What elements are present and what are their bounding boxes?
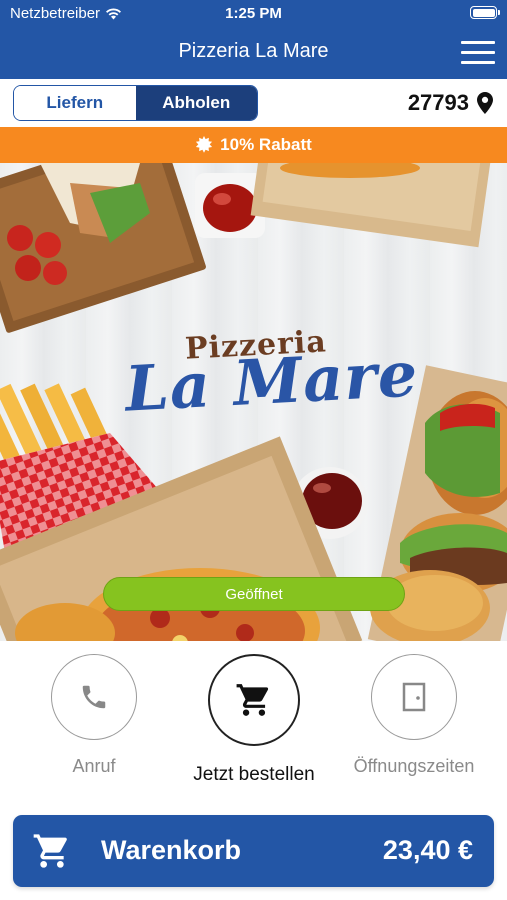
delivery-mode-toggle: Liefern Abholen (13, 85, 258, 121)
discount-label: 10% Rabatt (220, 135, 312, 154)
order-now-circle (208, 654, 300, 746)
opening-hours-button[interactable]: Öffnungszeiten (354, 654, 474, 777)
discount-banner: 10% Rabatt (0, 127, 507, 163)
cart-icon (33, 834, 67, 868)
status-time: 1:25 PM (225, 5, 282, 22)
pickup-tab[interactable]: Abholen (135, 86, 257, 120)
call-button-circle (51, 654, 137, 740)
postcode-selector[interactable]: 27793 (408, 90, 493, 116)
delivery-tab[interactable]: Liefern (14, 86, 136, 120)
order-now-button[interactable]: Jetzt bestellen (169, 654, 339, 786)
postcode-value: 27793 (407, 90, 469, 115)
app-header: Netzbetreiber 1:25 PM Pizzeria La Mare (0, 0, 507, 79)
status-bar: Netzbetreiber 1:25 PM (0, 0, 507, 26)
door-icon (402, 682, 426, 712)
logo-line-2: La Mare (123, 337, 420, 426)
call-button[interactable]: Anruf (51, 654, 137, 777)
battery-icon (470, 6, 500, 19)
opening-hours-label: Öffnungszeiten (353, 756, 475, 776)
phone-icon (82, 685, 106, 709)
opening-hours-circle (371, 654, 457, 740)
call-label: Anruf (72, 756, 116, 776)
order-now-label: Jetzt bestellen (193, 764, 315, 785)
order-mode-row: Liefern Abholen 27793 (0, 79, 507, 127)
quick-actions: Anruf Jetzt bestellen Öffnungszeiten (0, 641, 507, 801)
hamburger-menu-icon[interactable] (461, 39, 495, 65)
cart-label: Warenkorb (101, 835, 242, 865)
cart-total: 23,40 € (382, 835, 473, 865)
cart-button[interactable]: Warenkorb 23,40 € (13, 815, 494, 887)
discount-badge-icon (196, 136, 213, 153)
location-pin-icon (477, 92, 493, 114)
hero-image: Pizzeria La Mare Geöffnet (0, 163, 507, 641)
page-title: Pizzeria La Mare (178, 40, 329, 62)
open-status-badge: Geöffnet (103, 577, 405, 611)
shopping-cart-icon (236, 684, 269, 716)
